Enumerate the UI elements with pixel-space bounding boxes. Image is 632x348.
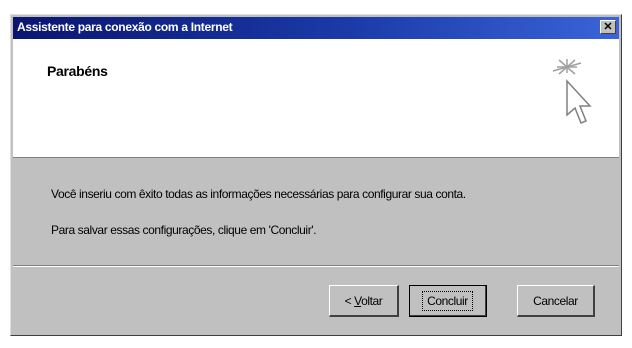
- success-message: Você inseriu com êxito todas as informaç…: [51, 187, 466, 201]
- cancel-button-label: Cancelar: [533, 293, 578, 308]
- finish-button-label: Concluir: [422, 290, 473, 311]
- button-separator: [13, 265, 619, 267]
- page-title: Parabéns: [47, 63, 108, 79]
- wizard-dialog: Assistente para conexão com a Internet ✕…: [10, 14, 622, 336]
- title-bar[interactable]: Assistente para conexão com a Internet ✕: [13, 17, 619, 39]
- close-button[interactable]: ✕: [600, 20, 616, 34]
- back-button-prefix: <: [344, 293, 355, 308]
- back-button[interactable]: < Voltar: [329, 285, 399, 317]
- wizard-header: Parabéns: [13, 39, 619, 158]
- cancel-button[interactable]: Cancelar: [517, 285, 595, 317]
- wizard-cursor-icon: [552, 59, 592, 124]
- finish-button[interactable]: Concluir: [409, 285, 487, 317]
- close-icon: ✕: [603, 21, 613, 33]
- instruction-message: Para salvar essas configurações, clique …: [51, 223, 317, 237]
- window-title: Assistente para conexão com a Internet: [17, 20, 233, 34]
- back-button-label: oltar: [361, 293, 383, 308]
